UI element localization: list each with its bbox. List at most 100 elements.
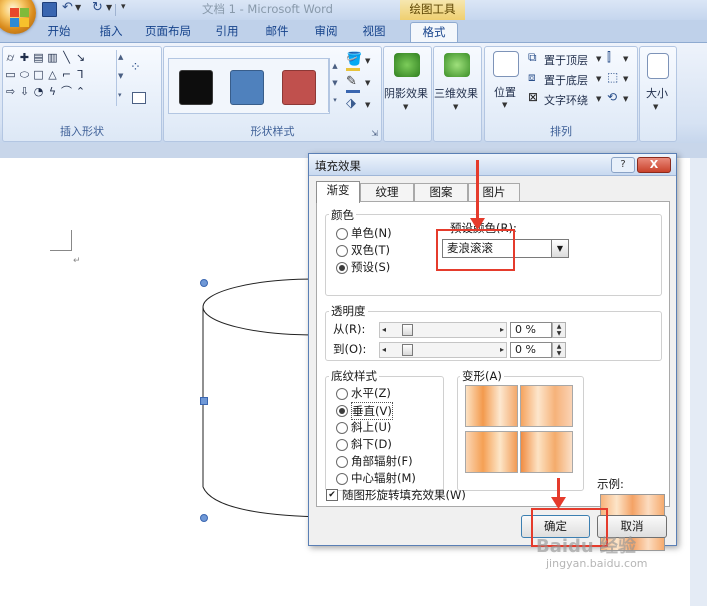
3d-effects-label[interactable]: 三维效果 — [434, 85, 478, 101]
size-icon[interactable] — [647, 53, 669, 79]
shape-elbow-connector-icon[interactable]: ⌐ — [60, 69, 73, 81]
position-label[interactable]: 位置 — [494, 84, 516, 100]
slider-thumb[interactable] — [402, 344, 413, 356]
3d-dropdown-icon[interactable]: ▼ — [453, 103, 458, 111]
diagonal-up-label[interactable]: 斜上(U) — [351, 419, 391, 435]
radio-diagonal-down[interactable] — [336, 439, 348, 451]
scroll-up-icon[interactable]: ▲ — [329, 58, 341, 75]
style-swatch-red[interactable] — [282, 70, 316, 105]
rotate-with-shape-label[interactable]: 随图形旋转填充效果(W) — [342, 487, 466, 503]
shape-line-icon[interactable]: ╲ — [60, 52, 73, 64]
tab-pattern[interactable]: 图案 — [414, 183, 468, 202]
rotate-icon[interactable]: ⟲ — [607, 90, 617, 104]
rotate-with-shape-checkbox[interactable]: ✔ — [326, 489, 338, 501]
from-corner-label[interactable]: 角部辐射(F) — [351, 453, 413, 469]
align-dropdown-icon[interactable]: ▼ — [623, 55, 628, 63]
close-button[interactable]: X — [637, 157, 671, 173]
shape-brace-icon[interactable]: ⌃ — [74, 86, 87, 98]
resize-handle[interactable] — [200, 279, 208, 287]
transparency-to-slider[interactable]: ◂ ▸ — [379, 342, 507, 358]
text-wrap-icon[interactable]: ⊠ — [528, 90, 538, 104]
shape-elbow-arrow-icon[interactable]: ⅂ — [74, 69, 87, 81]
radio-vertical[interactable] — [336, 405, 348, 417]
diagonal-down-label[interactable]: 斜下(D) — [351, 436, 392, 452]
rotate-dropdown-icon[interactable]: ▼ — [623, 95, 628, 103]
tab-view[interactable]: 视图 — [355, 23, 393, 40]
dialog-launcher-icon[interactable]: ⇲ — [371, 129, 378, 138]
size-dropdown-icon[interactable]: ▼ — [653, 103, 658, 111]
position-dropdown-icon[interactable]: ▼ — [502, 101, 507, 109]
shape-triangle-icon[interactable]: △ — [46, 69, 59, 81]
radio-horizontal[interactable] — [336, 388, 348, 400]
shape-cylinder-icon[interactable]: ⌭ — [4, 52, 17, 64]
shadow-effects-label[interactable]: 阴影效果 — [384, 85, 428, 101]
gradient-variant-1[interactable] — [465, 385, 518, 427]
shape-arrow-line-icon[interactable]: ↘ — [74, 52, 87, 64]
send-back-icon[interactable]: ⧈ — [528, 70, 536, 85]
gradient-variant-4[interactable] — [520, 431, 573, 473]
shape-arc-icon[interactable]: ⌒ — [60, 86, 73, 98]
gallery-more-icon[interactable]: ▾ — [329, 92, 341, 109]
shadow-effects-icon[interactable] — [394, 53, 420, 77]
fill-bucket-icon[interactable]: 🪣 — [346, 52, 362, 67]
shape-textbox-icon[interactable]: ▤ — [32, 52, 45, 64]
radio-preset[interactable] — [336, 262, 348, 274]
shape-callout-icon[interactable]: ◔ — [32, 86, 45, 98]
spin-buttons-icon[interactable]: ▲ ▼ — [552, 322, 566, 338]
3d-effects-icon[interactable] — [444, 53, 470, 77]
tab-review[interactable]: 审阅 — [307, 23, 345, 40]
size-label[interactable]: 大小 — [646, 85, 668, 101]
shape-rectangle-icon[interactable]: ▭ — [4, 69, 17, 81]
scroll-down-icon[interactable]: ▼ — [118, 72, 123, 80]
preset-dropdown-icon[interactable]: ▼ — [551, 239, 569, 258]
slider-left-icon[interactable]: ◂ — [382, 343, 386, 357]
style-swatch-blue[interactable] — [230, 70, 264, 105]
spin-buttons-icon[interactable]: ▲ ▼ — [552, 342, 566, 358]
text-box-icon[interactable] — [132, 92, 146, 104]
slider-right-icon[interactable]: ▸ — [500, 323, 504, 337]
group-dropdown-icon[interactable]: ▼ — [623, 75, 628, 83]
scroll-up-icon[interactable]: ▲ — [118, 53, 123, 61]
shape-oval-icon[interactable]: ⬭ — [18, 69, 31, 81]
redo-dropdown-icon[interactable]: ▼ — [106, 3, 112, 12]
bring-to-front-label[interactable]: 置于顶层 — [544, 52, 588, 68]
slider-thumb[interactable] — [402, 324, 413, 336]
radio-two-colors[interactable] — [336, 245, 348, 257]
slider-right-icon[interactable]: ▸ — [500, 343, 504, 357]
style-swatch-black[interactable] — [179, 70, 213, 105]
outline-dropdown-icon[interactable]: ▼ — [365, 79, 370, 87]
text-wrap-dropdown-icon[interactable]: ▼ — [596, 95, 601, 103]
shape-vertical-textbox-icon[interactable]: ▥ — [46, 52, 59, 64]
position-icon[interactable] — [493, 51, 519, 77]
undo-icon[interactable]: ↶ — [62, 0, 73, 15]
undo-dropdown-icon[interactable]: ▼ — [75, 3, 81, 12]
change-shape-dropdown-icon[interactable]: ▼ — [365, 101, 370, 109]
shape-curve-icon[interactable]: ϟ — [46, 86, 59, 98]
shape-square-icon[interactable]: □ — [32, 69, 45, 81]
bring-front-dropdown-icon[interactable]: ▼ — [596, 55, 601, 63]
style-gallery-scroll[interactable]: ▲ ▼ ▾ — [328, 58, 341, 112]
scroll-down-icon[interactable]: ▼ — [329, 75, 341, 92]
shape-gallery-scroll[interactable]: ▲ ▼ ▾ — [116, 50, 127, 106]
send-to-back-label[interactable]: 置于底层 — [544, 72, 588, 88]
tab-insert[interactable]: 插入 — [92, 23, 130, 40]
from-center-label[interactable]: 中心辐射(M) — [351, 470, 416, 486]
text-wrap-label[interactable]: 文字环绕 — [544, 92, 588, 108]
transparency-to-field[interactable]: 0 % — [510, 342, 552, 358]
one-color-label[interactable]: 单色(N) — [351, 225, 392, 241]
vertical-label[interactable]: 垂直(V) — [351, 402, 393, 420]
tab-page-layout[interactable]: 页面布局 — [140, 23, 196, 40]
bring-front-icon[interactable]: ⧉ — [528, 50, 537, 65]
shadow-dropdown-icon[interactable]: ▼ — [403, 103, 408, 111]
change-shape-icon[interactable]: ⬗ — [346, 96, 356, 111]
slider-left-icon[interactable]: ◂ — [382, 323, 386, 337]
gradient-variant-2[interactable] — [520, 385, 573, 427]
tab-home[interactable]: 开始 — [40, 23, 78, 40]
save-icon[interactable] — [42, 2, 57, 17]
horizontal-label[interactable]: 水平(Z) — [351, 385, 391, 401]
send-back-dropdown-icon[interactable]: ▼ — [596, 75, 601, 83]
two-colors-label[interactable]: 双色(T) — [351, 242, 390, 258]
transparency-from-slider[interactable]: ◂ ▸ — [379, 322, 507, 338]
group-size[interactable]: 大小 ▼ — [639, 46, 677, 142]
tab-references[interactable]: 引用 — [208, 23, 246, 40]
